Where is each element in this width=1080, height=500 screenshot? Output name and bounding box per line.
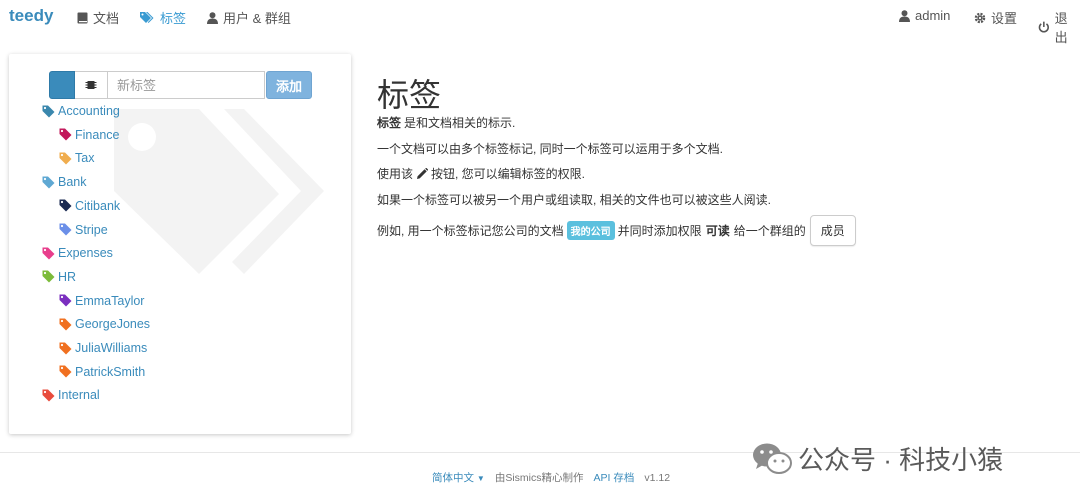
tag-icon [59, 294, 72, 307]
tag-options-button[interactable] [75, 71, 108, 99]
tag-icon [59, 342, 72, 354]
tags-icon [140, 12, 154, 23]
brand-logo[interactable]: teedy [9, 6, 53, 26]
help-line-5-bold: 可读 [705, 224, 730, 238]
wechat-watermark: 公众号 · 科技小猿 [752, 440, 1003, 477]
made-by-link[interactable]: 由Sismics精心制作 [495, 470, 584, 485]
nav-settings[interactable]: 设置 [974, 8, 1017, 27]
tag-icon [42, 105, 55, 117]
tag-label: EmmaTaylor [75, 293, 145, 308]
tag-icon [59, 318, 72, 331]
tag-icon [42, 247, 55, 260]
caret-down-icon: ▼ [476, 474, 485, 483]
tag-item[interactable]: Finance [59, 128, 119, 142]
tag-icon [59, 199, 72, 212]
tag-label: Finance [75, 127, 120, 142]
new-tag-form: 添加 [49, 71, 312, 99]
nav-logout-label: 退出 [1054, 11, 1068, 45]
api-docs-link[interactable]: API 存档 [594, 470, 635, 485]
tag-item[interactable]: Bank [42, 175, 87, 189]
tag-label: JuliaWilliams [75, 341, 148, 355]
language-label: 简体中文 [432, 472, 474, 484]
nav-settings-label: 设置 [991, 11, 1018, 26]
help-line-1: 标签 是和文档相关的标示. [377, 114, 515, 131]
tag-label: Stripe [75, 222, 108, 237]
help-line-1-bold: 标签 [377, 116, 402, 130]
language-selector[interactable]: 简体中文 ▼ [432, 470, 485, 485]
help-line-5-text-b: 并同时添加权限 [617, 224, 702, 238]
help-line-2: 一个文档可以由多个标签标记, 同时一个标签可以运用于多个文档. [377, 140, 723, 157]
member-button[interactable]: 成员 [809, 215, 856, 246]
nav-username: admin [915, 8, 951, 23]
tag-item[interactable]: EmmaTaylor [59, 294, 144, 308]
help-line-4-text: 如果一个标签可以被另一个用户或组读取, 相关的文件也可以被这些人阅读. [377, 193, 772, 207]
power-icon [1038, 21, 1049, 33]
tag-panel: 添加 Accounting Finance Tax Bank Citibank Strip… [9, 54, 351, 434]
tag-icon [42, 389, 55, 402]
user-icon [207, 11, 218, 24]
nav-documents[interactable]: 文档 [77, 8, 119, 27]
tag-icon [42, 270, 55, 283]
tag-icon [42, 176, 55, 189]
nav-tags[interactable]: 标签 [140, 8, 186, 27]
gear-icon [974, 12, 986, 23]
tag-item[interactable]: Tax [59, 151, 94, 165]
help-line-2-text: 一个文档可以由多个标签标记, 同时一个标签可以运用于多个文档. [377, 142, 724, 156]
help-line-5: 例如, 用一个标签标记您公司的文档 我的公司 并同时添加权限 可读 给一个群组的… [377, 215, 856, 246]
tag-label: GeorgeJones [75, 317, 151, 332]
nav-users-groups[interactable]: 用户 & 群组 [207, 8, 291, 27]
tag-icon [59, 128, 72, 141]
tag-item[interactable]: Expenses [42, 246, 113, 260]
pencil-icon [417, 167, 429, 179]
tag-label: Expenses [58, 246, 113, 261]
help-line-5-text-c: 给一个群组的 [733, 224, 806, 238]
user-icon [899, 9, 910, 22]
example-tag-badge: 我的公司 [566, 221, 615, 240]
tag-icon [59, 365, 72, 378]
help-line-3-text-a: 使用该 [377, 167, 414, 181]
tag-item[interactable]: JuliaWilliams [59, 341, 147, 355]
tag-label: Internal [58, 388, 100, 403]
tag-label: Citibank [75, 198, 121, 213]
tag-item[interactable]: Stripe [59, 223, 108, 237]
tag-item[interactable]: Accounting [42, 104, 120, 118]
tag-item[interactable]: HR [42, 270, 76, 284]
tag-label: Accounting [58, 104, 120, 118]
footer: 简体中文 ▼ 由Sismics精心制作 API 存档 v1.12 [432, 470, 670, 485]
nav-tags-label: 标签 [160, 11, 187, 26]
help-line-4: 如果一个标签可以被另一个用户或组读取, 相关的文件也可以被这些人阅读. [377, 191, 771, 208]
nav-user-account[interactable]: admin [899, 8, 950, 23]
nav-documents-label: 文档 [93, 11, 120, 26]
tag-watermark-icon [114, 109, 324, 274]
tag-icon [59, 223, 72, 236]
tag-item[interactable]: Citibank [59, 199, 120, 213]
nav-users-groups-label: 用户 & 群组 [223, 11, 291, 26]
tag-item[interactable]: Internal [42, 388, 100, 402]
tag-label: Bank [58, 175, 87, 190]
navbar: teedy 文档 标签 用户 & 群组 admin 设置 退出 [0, 0, 1080, 45]
tag-label: HR [58, 269, 77, 284]
help-line-3-text-b: 按钮, 您可以编辑标签的权限. [431, 167, 586, 181]
add-tag-button[interactable]: 添加 [266, 71, 312, 99]
wechat-watermark-text: 公众号 · 科技小猿 [798, 445, 1004, 475]
chip-icon [85, 81, 97, 89]
help-line-1-text: 是和文档相关的标示. [404, 116, 516, 130]
help-line-3: 使用该 按钮, 您可以编辑标签的权限. [377, 165, 585, 182]
version-label: v1.12 [644, 471, 671, 484]
tag-item[interactable]: GeorgeJones [59, 317, 150, 331]
tag-color-picker[interactable] [49, 71, 75, 99]
help-line-5-text-a: 例如, 用一个标签标记您公司的文档 [377, 224, 564, 238]
tag-label: PatrickSmith [75, 364, 146, 379]
tag-icon [59, 152, 72, 165]
tag-item[interactable]: PatrickSmith [59, 365, 145, 379]
tag-label: Tax [75, 151, 95, 166]
page-title: 标签 [377, 77, 442, 113]
nav-logout[interactable]: 退出 [1038, 8, 1080, 46]
wechat-icon [753, 443, 792, 474]
new-tag-input[interactable] [108, 71, 265, 99]
book-icon [77, 12, 88, 23]
